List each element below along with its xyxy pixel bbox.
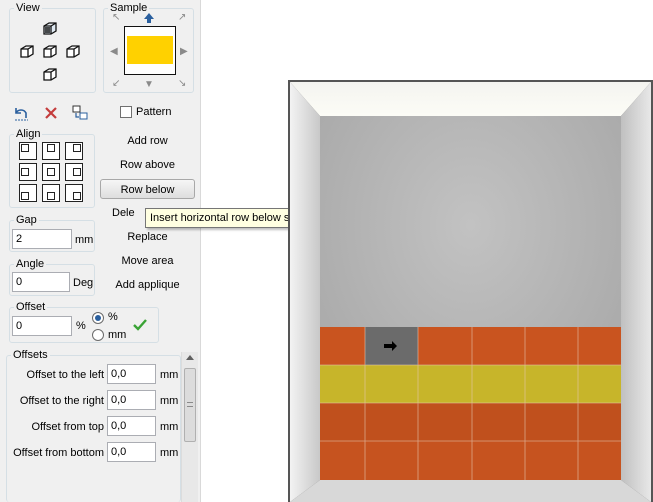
arrow-left-icon[interactable]: ◀ [110, 47, 118, 57]
replace-button[interactable]: Replace [100, 227, 195, 247]
arrow-down-icon[interactable]: ▼ [144, 80, 154, 90]
offset-bottom-input[interactable] [107, 442, 156, 462]
view-left-icon[interactable] [19, 44, 35, 60]
offset-left-unit: mm [160, 369, 179, 381]
align-top-right-button[interactable] [65, 142, 83, 160]
copy-icon[interactable] [71, 104, 89, 122]
align-bottom-left-button[interactable] [19, 184, 37, 202]
align-middle-right-button[interactable] [65, 163, 83, 181]
row-above-button[interactable]: Row above [100, 155, 195, 175]
radio-percent-dot [95, 315, 101, 321]
offset-top-label: Offset from top [31, 421, 104, 433]
align-bottom-right-button[interactable] [65, 184, 83, 202]
add-row-button[interactable]: Add row [100, 131, 195, 151]
angle-title: Angle [14, 257, 47, 271]
align-group: Align [9, 127, 95, 208]
arrow-up-left-icon[interactable]: ↖ [112, 13, 120, 23]
align-top-center-button[interactable] [42, 142, 60, 160]
arrow-down-left-icon[interactable]: ↙ [112, 79, 120, 89]
offset-right-label: Offset to the right [19, 395, 104, 407]
offset-top-input[interactable] [107, 416, 156, 436]
arrow-up-right-icon[interactable]: ↗ [178, 13, 186, 23]
offset-right-input[interactable] [107, 390, 156, 410]
view-bottom-icon[interactable] [42, 67, 58, 83]
align-title: Align [14, 127, 43, 141]
scrollbar-thumb[interactable] [184, 368, 196, 442]
gap-input[interactable] [12, 229, 72, 249]
offset-unit: % [76, 320, 86, 332]
arrow-down-right-icon[interactable]: ↘ [178, 79, 186, 89]
grip-icon [187, 402, 193, 407]
radio-mm[interactable] [92, 329, 104, 341]
properties-panel: View Sample ↖ ↗ ◀ ▶ ↙ ▼ ↘ Pattern Align [0, 0, 201, 502]
view-front-icon[interactable] [42, 44, 58, 60]
scroll-up-icon[interactable] [186, 355, 194, 360]
align-middle-left-button[interactable] [19, 163, 37, 181]
view-title: View [14, 1, 42, 15]
pattern-label: Pattern [136, 106, 172, 118]
radio-percent[interactable] [92, 312, 104, 324]
row-below-button[interactable]: Row below [100, 179, 195, 199]
floor [290, 480, 651, 502]
pattern-checkbox[interactable] [120, 106, 132, 118]
radio-mm-label: mm [108, 329, 127, 341]
angle-input[interactable] [12, 272, 70, 292]
view-group: View [9, 1, 96, 93]
offset-right-unit: mm [160, 395, 179, 407]
offsets-title: Offsets [11, 348, 50, 362]
room-3d-view[interactable] [288, 80, 653, 502]
checkmark-icon[interactable] [132, 317, 148, 333]
align-bottom-center-button[interactable] [42, 184, 60, 202]
view-right-icon[interactable] [65, 44, 81, 60]
right-wall [621, 82, 651, 502]
offset-bottom-label: Offset from bottom [13, 447, 104, 459]
offset-left-label: Offset to the left [26, 369, 104, 381]
ceiling [290, 82, 651, 116]
offsets-scrollbar[interactable] [181, 352, 198, 502]
align-top-left-button[interactable] [19, 142, 37, 160]
offset-bottom-unit: mm [160, 447, 179, 459]
sample-group: Sample ↖ ↗ ◀ ▶ ↙ ▼ ↘ [103, 1, 194, 93]
undo-icon[interactable] [12, 104, 30, 122]
sample-preview[interactable] [124, 26, 176, 75]
radio-percent-label: % [108, 311, 118, 323]
add-applique-button[interactable]: Add applique [100, 275, 195, 295]
gap-unit: mm [75, 234, 94, 246]
angle-unit: Deg [73, 277, 94, 289]
gap-title: Gap [14, 213, 39, 227]
delete-icon[interactable] [43, 105, 59, 121]
offset-title: Offset [14, 300, 48, 314]
view-top-icon[interactable] [42, 21, 58, 37]
arrow-up-icon[interactable] [143, 12, 155, 24]
move-area-button[interactable]: Move area [100, 251, 195, 271]
align-center-button[interactable] [42, 163, 60, 181]
arrow-right-icon[interactable]: ▶ [180, 47, 188, 57]
offset-left-input[interactable] [107, 364, 156, 384]
offset-input[interactable] [12, 316, 72, 336]
left-wall [290, 82, 320, 502]
sample-tile [127, 36, 173, 64]
offset-top-unit: mm [160, 421, 179, 433]
